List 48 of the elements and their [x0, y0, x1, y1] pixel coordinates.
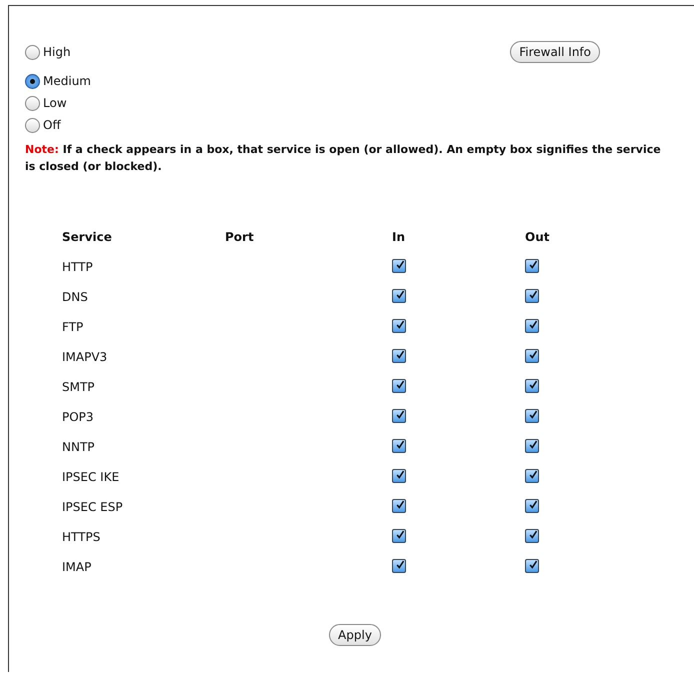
- radio-label: Low: [43, 96, 67, 110]
- service-name: IMAPV3: [62, 350, 108, 364]
- service-name: HTTPS: [62, 530, 102, 544]
- checkbox[interactable]: [525, 349, 539, 364]
- checkbox[interactable]: [525, 409, 539, 424]
- firewall-info-button[interactable]: Firewall Info: [510, 41, 600, 63]
- service-name: IMAP: [62, 560, 92, 574]
- service-name: NNTP: [62, 440, 96, 454]
- checkbox[interactable]: [525, 439, 539, 454]
- service-name: IPSEC IKE: [62, 470, 120, 484]
- service-name: POP3: [62, 410, 95, 424]
- service-name: FTP: [62, 320, 84, 334]
- radio-label: Off: [43, 118, 61, 132]
- checkbox[interactable]: [525, 379, 539, 394]
- checkbox[interactable]: [525, 559, 539, 574]
- checkbox[interactable]: [525, 259, 539, 274]
- radio-button[interactable]: [25, 74, 40, 88]
- checkbox[interactable]: [525, 499, 539, 514]
- checkbox[interactable]: [392, 499, 406, 514]
- checkbox[interactable]: [392, 559, 406, 574]
- service-name: IPSEC ESP: [62, 500, 124, 514]
- checkbox[interactable]: [392, 289, 406, 304]
- checkbox[interactable]: [392, 259, 406, 274]
- checkbox[interactable]: [525, 469, 539, 484]
- radio-label: Medium: [43, 74, 91, 88]
- checkbox[interactable]: [525, 319, 539, 334]
- checkbox[interactable]: [392, 349, 406, 364]
- column-header: In: [392, 230, 406, 244]
- checkbox[interactable]: [392, 379, 406, 394]
- note-text: Note: If a check appears in a box, that service is open (or allowed). An empty box signifies the service is closed (or blocked).: [25, 142, 662, 175]
- checkbox[interactable]: [392, 409, 406, 424]
- radio-label: High: [43, 45, 71, 59]
- radio-button[interactable]: [25, 96, 40, 110]
- service-name: SMTP: [62, 380, 96, 394]
- service-name: HTTP: [62, 260, 94, 274]
- checkbox[interactable]: [392, 319, 406, 334]
- checkbox[interactable]: [392, 469, 406, 484]
- checkbox[interactable]: [392, 529, 406, 544]
- column-header: Service: [62, 230, 113, 244]
- radio-button[interactable]: [25, 118, 40, 132]
- checkbox[interactable]: [525, 289, 539, 304]
- checkbox[interactable]: [525, 529, 539, 544]
- service-name: DNS: [62, 290, 89, 304]
- column-header: Out: [525, 230, 550, 244]
- radio-button[interactable]: [25, 44, 40, 60]
- column-header: Port: [225, 230, 255, 244]
- apply-button[interactable]: Apply: [329, 624, 381, 646]
- checkbox[interactable]: [392, 439, 406, 454]
